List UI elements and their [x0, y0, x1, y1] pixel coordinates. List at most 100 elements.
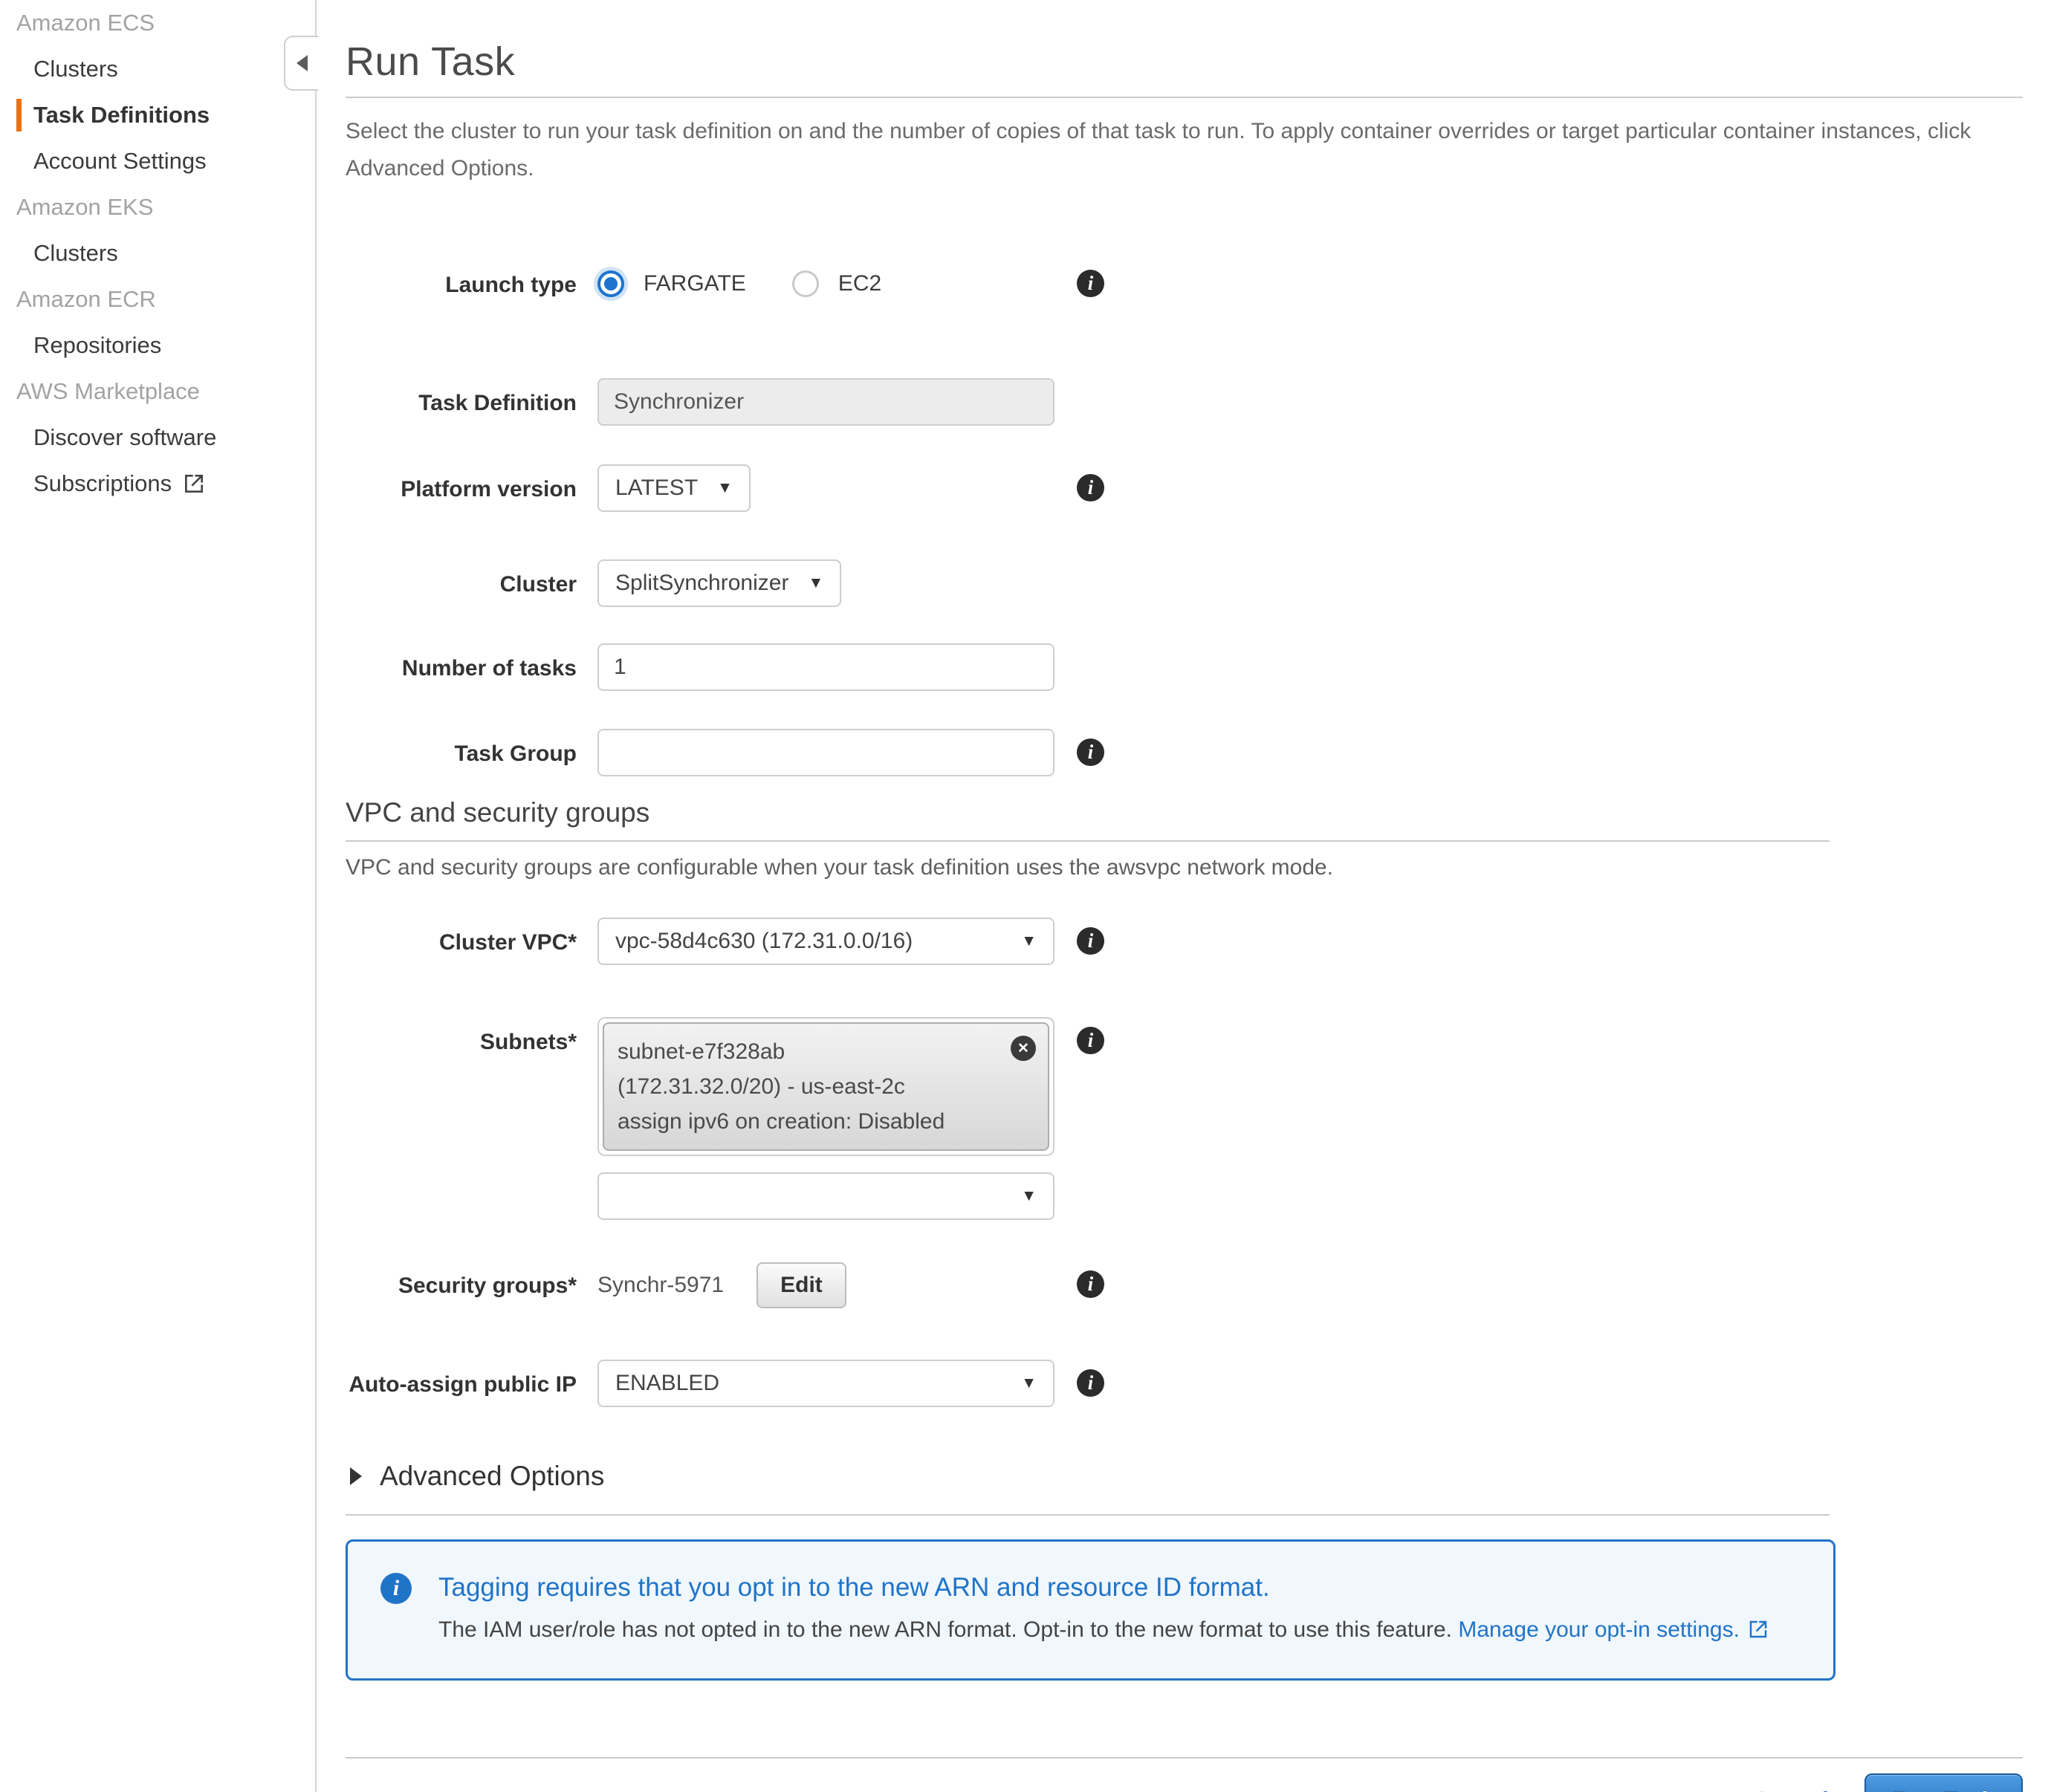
- sidebar-item-eks-clusters[interactable]: Clusters: [0, 230, 315, 276]
- security-group-value: Synchr-5971: [597, 1273, 724, 1298]
- auto-assign-public-ip-value: ENABLED: [615, 1371, 719, 1396]
- info-glyph: i: [1088, 1030, 1094, 1051]
- sidebar-header-amazon-ecr: Amazon ECR: [0, 276, 315, 322]
- info-glyph: i: [1088, 1373, 1094, 1393]
- security-groups-row: Security groups* Synchr-5971 Edit i: [346, 1261, 2023, 1310]
- sidebar-item-discover-software[interactable]: Discover software: [0, 415, 315, 461]
- number-of-tasks-label: Number of tasks: [346, 643, 577, 684]
- alert-link-label: Manage your opt-in settings.: [1458, 1617, 1740, 1642]
- sidebar-divider: [315, 0, 317, 1792]
- sidebar-header-label: Amazon ECR: [16, 286, 156, 313]
- task-group-row: Task Group i: [346, 729, 2023, 776]
- cluster-vpc-label: Cluster VPC*: [346, 918, 577, 958]
- ec2-radio[interactable]: [792, 270, 819, 297]
- sidebar-item-label: Repositories: [33, 332, 161, 359]
- sidebar-header-amazon-ecs: Amazon ECS: [0, 0, 315, 46]
- sidebar-item-label: Clusters: [33, 240, 118, 267]
- info-icon[interactable]: i: [1077, 738, 1104, 766]
- run-task-form: Launch type FARGATE EC2 i Task Definitio…: [346, 260, 2023, 776]
- info-icon[interactable]: i: [1077, 474, 1104, 501]
- alert-body: The IAM user/role has not opted in to th…: [438, 1614, 1769, 1646]
- sidebar-item-label: Subscriptions: [33, 470, 172, 497]
- advanced-options-toggle[interactable]: Advanced Options: [346, 1461, 2023, 1492]
- info-glyph: i: [1088, 742, 1094, 762]
- launch-type-options: FARGATE EC2: [597, 260, 1054, 308]
- cancel-button[interactable]: Cancel: [1753, 1787, 1829, 1792]
- vpc-section-divider: [346, 840, 1830, 842]
- info-icon[interactable]: i: [1077, 927, 1104, 955]
- launch-type-label: Launch type: [346, 260, 577, 300]
- task-group-label: Task Group: [346, 729, 577, 769]
- sidebar: Amazon ECS Clusters Task Definitions Acc…: [0, 0, 315, 1792]
- footer-actions: Cancel Run Task: [346, 1773, 2023, 1792]
- add-subnet-select[interactable]: ▼: [597, 1172, 1054, 1220]
- cluster-label: Cluster: [346, 559, 577, 600]
- alert-body-text: The IAM user/role has not opted in to th…: [438, 1617, 1452, 1642]
- subnets-row: Subnets* subnet-e7f328ab (172.31.32.0/20…: [346, 1017, 2023, 1220]
- fargate-radio-label[interactable]: FARGATE: [644, 271, 746, 296]
- page-title: Run Task: [346, 39, 2023, 85]
- sidebar-item-subscriptions[interactable]: Subscriptions: [0, 461, 315, 507]
- task-definition-label: Task Definition: [346, 378, 577, 418]
- page-description: Select the cluster to run your task defi…: [346, 113, 2018, 187]
- run-task-button[interactable]: Run Task: [1864, 1773, 2023, 1792]
- external-link-icon: [182, 472, 206, 496]
- vpc-form: Cluster VPC* vpc-58d4c630 (172.31.0.0/16…: [346, 918, 2023, 1407]
- caret-down-icon: ▼: [1021, 1187, 1037, 1205]
- sidebar-item-ecs-clusters[interactable]: Clusters: [0, 46, 315, 92]
- info-icon[interactable]: i: [1077, 1027, 1104, 1054]
- disclosure-triangle-icon: [350, 1467, 362, 1485]
- footer-divider: [346, 1757, 2023, 1759]
- platform-version-select[interactable]: LATEST ▼: [597, 464, 751, 512]
- subnets-selected-list: subnet-e7f328ab (172.31.32.0/20) - us-ea…: [597, 1017, 1054, 1156]
- sidebar-header-aws-marketplace: AWS Marketplace: [0, 369, 315, 415]
- fargate-radio[interactable]: [597, 270, 624, 297]
- header-divider: [346, 97, 2023, 98]
- info-icon[interactable]: i: [1077, 1369, 1104, 1397]
- vpc-section-description: VPC and security groups are configurable…: [346, 855, 2023, 880]
- sidebar-item-label: Clusters: [33, 56, 118, 82]
- advanced-options-label: Advanced Options: [380, 1461, 604, 1492]
- sidebar-item-label: Discover software: [33, 424, 216, 451]
- info-glyph: i: [393, 1577, 399, 1600]
- manage-opt-in-settings-link[interactable]: Manage your opt-in settings.: [1458, 1617, 1769, 1642]
- task-group-input[interactable]: [597, 729, 1054, 776]
- info-glyph: i: [1088, 1274, 1094, 1294]
- sidebar-item-account-settings[interactable]: Account Settings: [0, 138, 315, 184]
- caret-down-icon: ▼: [1021, 932, 1037, 950]
- auto-assign-public-ip-select[interactable]: ENABLED ▼: [597, 1360, 1054, 1407]
- main-content: Run Task Select the cluster to run your …: [346, 0, 2023, 1792]
- cluster-vpc-row: Cluster VPC* vpc-58d4c630 (172.31.0.0/16…: [346, 918, 2023, 965]
- subnet-tag-line3: assign ipv6 on creation: Disabled: [618, 1104, 996, 1139]
- sidebar-item-task-definitions[interactable]: Task Definitions: [0, 92, 315, 138]
- cluster-value: SplitSynchronizer: [615, 571, 788, 596]
- cluster-select[interactable]: SplitSynchronizer ▼: [597, 559, 841, 607]
- sidebar-item-repositories[interactable]: Repositories: [0, 322, 315, 369]
- edit-security-groups-button[interactable]: Edit: [756, 1262, 846, 1308]
- sidebar-header-label: AWS Marketplace: [16, 378, 200, 405]
- launch-type-row: Launch type FARGATE EC2 i: [346, 260, 2023, 308]
- chevron-left-icon: [297, 55, 308, 71]
- sidebar-header-label: Amazon EKS: [16, 194, 153, 221]
- info-icon: i: [380, 1573, 412, 1604]
- info-icon[interactable]: i: [1077, 270, 1104, 297]
- sidebar-item-label: Task Definitions: [33, 102, 210, 129]
- ec2-radio-label[interactable]: EC2: [838, 271, 881, 296]
- cluster-row: Cluster SplitSynchronizer ▼: [346, 559, 2023, 607]
- remove-subnet-icon[interactable]: ✕: [1011, 1036, 1036, 1061]
- subnets-label: Subnets*: [346, 1017, 577, 1057]
- subnet-tag: subnet-e7f328ab (172.31.32.0/20) - us-ea…: [603, 1022, 1049, 1151]
- info-icon[interactable]: i: [1077, 1270, 1104, 1298]
- subnet-tag-line1: subnet-e7f328ab: [618, 1034, 996, 1069]
- number-of-tasks-row: Number of tasks: [346, 643, 2023, 691]
- sidebar-item-label: Account Settings: [33, 148, 207, 175]
- cluster-vpc-select[interactable]: vpc-58d4c630 (172.31.0.0/16) ▼: [597, 918, 1054, 965]
- info-glyph: i: [1088, 478, 1094, 498]
- close-glyph: ✕: [1017, 1031, 1029, 1066]
- caret-down-icon: ▼: [717, 479, 733, 497]
- sidebar-collapse-button[interactable]: [284, 36, 318, 91]
- cluster-vpc-value: vpc-58d4c630 (172.31.0.0/16): [615, 929, 913, 954]
- external-link-icon: [1747, 1618, 1769, 1640]
- info-glyph: i: [1088, 931, 1094, 951]
- number-of-tasks-input[interactable]: [597, 643, 1054, 691]
